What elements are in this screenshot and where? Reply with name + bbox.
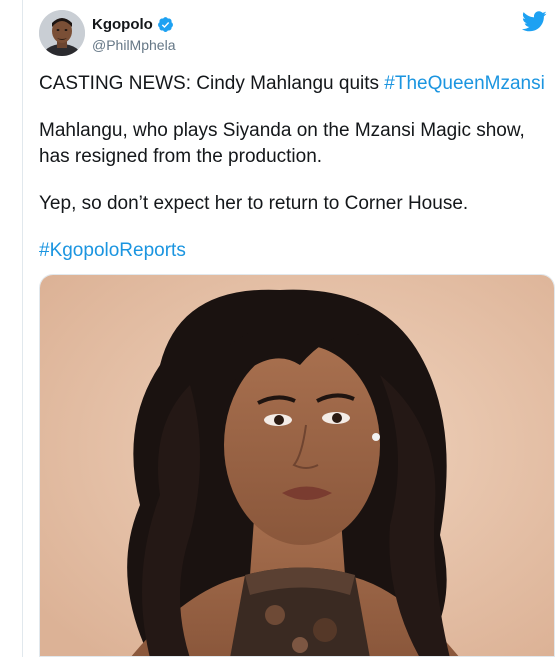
- hashtag-link-thequeenmzansi[interactable]: #TheQueenMzansi: [384, 73, 545, 94]
- tweet-text: CASTING NEWS: Cindy Mahlangu quits #TheQ…: [39, 71, 559, 285]
- tweet-line-1: CASTING NEWS: Cindy Mahlangu quits: [39, 73, 385, 94]
- tweet-paragraph-4: #KgopoloReports: [39, 238, 559, 264]
- tweet-paragraph-2-line-1: Mahlangu, who plays Siyanda on the Mzans…: [39, 120, 525, 141]
- display-name[interactable]: Kgopolo: [92, 16, 153, 33]
- twitter-bird-icon[interactable]: [521, 11, 547, 32]
- user-handle[interactable]: @PhilMphela: [92, 37, 175, 53]
- tweet-paragraph-2: Mahlangu, who plays Siyanda on the Mzans…: [39, 118, 559, 170]
- tweet-paragraph-2-line-2: has resigned from the production.: [39, 146, 323, 167]
- hashtag-link-kgopoloreports[interactable]: #KgopoloReports: [39, 240, 186, 261]
- avatar[interactable]: [39, 10, 85, 56]
- tweet-header: Kgopolo @PhilMphela: [39, 10, 550, 60]
- tweet-photo[interactable]: [39, 274, 555, 657]
- tweet-paragraph-3: Yep, so don’t expect her to return to Co…: [39, 193, 469, 214]
- display-name-row: Kgopolo: [92, 16, 174, 33]
- verified-badge-icon: [157, 16, 174, 33]
- portrait-photo: [40, 275, 554, 656]
- tweet-paragraph-1: CASTING NEWS: Cindy Mahlangu quits #TheQ…: [39, 71, 559, 97]
- tweet-card: Kgopolo @PhilMphela CASTING NEWS: Cindy …: [22, 0, 560, 657]
